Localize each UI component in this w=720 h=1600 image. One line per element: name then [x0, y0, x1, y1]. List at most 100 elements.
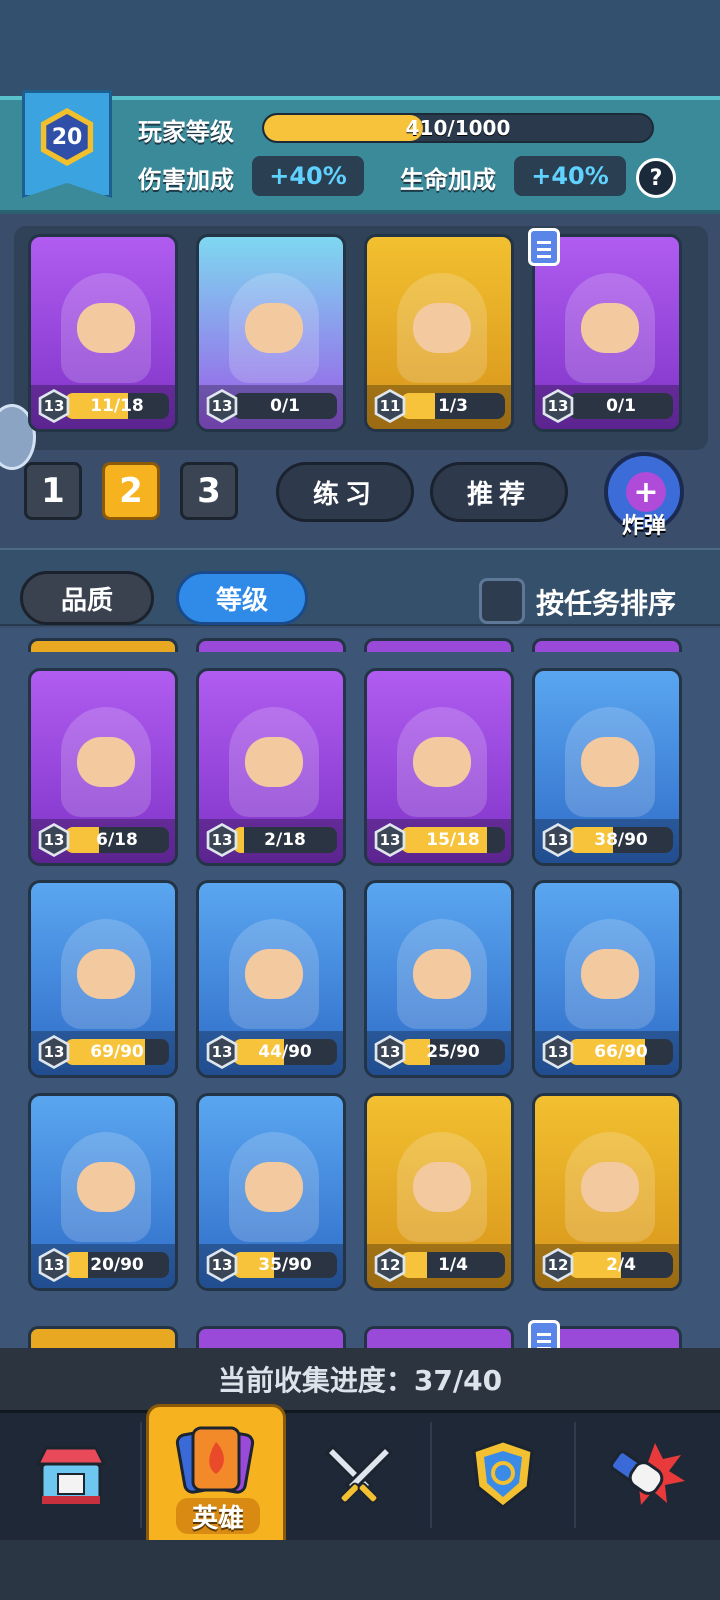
card-level-value: 13: [209, 826, 235, 854]
nav-heroes-label: 英雄: [176, 1498, 260, 1534]
tiger-pirate-hero-card[interactable]: 6/18 13: [28, 668, 178, 866]
nav-battle[interactable]: [294, 1414, 424, 1534]
deck-tab-2[interactable]: 2: [102, 462, 160, 520]
card-progress-bar: 35/90: [233, 1252, 337, 1278]
old-scholar-hero-card[interactable]: 25/90 13: [364, 880, 514, 1078]
card-progress-text: 1/4: [438, 1255, 468, 1275]
xp-progress-bar: 410/1000: [262, 113, 654, 143]
old-scholar-hero-portrait: [397, 919, 487, 1029]
card-progress-text: 38/90: [594, 830, 648, 850]
card-level-value: 13: [209, 392, 235, 420]
card-progress-bar: 15/18: [401, 827, 505, 853]
card-progress-bar: 44/90: [233, 1039, 337, 1065]
old-wizard-hero-portrait: [565, 1132, 655, 1242]
card-level-value: 13: [545, 1038, 571, 1066]
nav-divider: [140, 1422, 142, 1528]
card-level-value: 12: [377, 1251, 403, 1279]
health-bonus-value: +40%: [514, 156, 626, 196]
card-progress-text: 44/90: [258, 1042, 312, 1062]
help-button[interactable]: ?: [636, 158, 676, 198]
chicken-hero-card[interactable]: 1/3 11: [364, 234, 514, 432]
hero-face: [581, 303, 639, 353]
xp-progress-text: 410/1000: [405, 116, 511, 140]
partial-card: [532, 638, 682, 652]
tiger-pirate-hero-portrait: [61, 707, 151, 817]
nav-divider: [430, 1422, 432, 1528]
pirate-brute-hero-card[interactable]: 44/90 13: [196, 880, 346, 1078]
partial-card: [364, 638, 514, 652]
bomb-label: 炸弹: [621, 514, 666, 539]
dryad-hero-portrait: [229, 707, 319, 817]
nav-divider: [574, 1422, 576, 1528]
system-bottom-strip: [0, 1540, 720, 1600]
sort-quality-button[interactable]: 品质: [20, 571, 154, 625]
card-progress-text: 20/90: [90, 1255, 144, 1275]
card-progress-text: 6/18: [96, 830, 138, 850]
hero-face: [413, 303, 471, 353]
card-progress-text: 2/4: [606, 1255, 636, 1275]
bat-hero-card[interactable]: 1/4 12: [364, 1093, 514, 1291]
hero-face: [581, 949, 639, 999]
panda-hero-card[interactable]: 0/1 13: [196, 234, 346, 432]
caveman-hero-card[interactable]: 35/90 13: [196, 1093, 346, 1291]
card-progress-text: 0/1: [606, 396, 636, 416]
card-progress-bar: 25/90: [401, 1039, 505, 1065]
chicken-hero-portrait: [397, 273, 487, 383]
task-note-icon: [528, 228, 560, 266]
practice-button[interactable]: 练习: [276, 462, 414, 522]
partial-card: [196, 1326, 346, 1350]
viking-hero-card[interactable]: 38/90 13: [532, 668, 682, 866]
collection-progress-label: 当前收集进度：37/40: [0, 1348, 720, 1410]
card-progress-text: 69/90: [90, 1042, 144, 1062]
card-progress-bar: 69/90: [65, 1039, 169, 1065]
card-progress-text: 35/90: [258, 1255, 312, 1275]
blonde-fighter-hero-card[interactable]: 20/90 13: [28, 1093, 178, 1291]
card-level-value: 13: [377, 1038, 403, 1066]
blonde-fighter-hero-portrait: [61, 1132, 151, 1242]
card-progress-bar: 6/18: [65, 827, 169, 853]
hero-cards-icon: [175, 1426, 255, 1494]
card-progress-text: 1/3: [438, 396, 468, 416]
recommend-button[interactable]: 推荐: [430, 462, 568, 522]
deck-tab-3[interactable]: 3: [180, 462, 238, 520]
nav-shop[interactable]: [6, 1414, 136, 1534]
card-progress-text: 15/18: [426, 830, 480, 850]
owl-trio-hero-card[interactable]: 69/90 13: [28, 880, 178, 1078]
card-level-value: 12: [545, 1251, 571, 1279]
card-level-value: 13: [41, 1251, 67, 1279]
sort-by-task-label: 按任务排序: [536, 587, 677, 620]
ice-queen-hero-portrait: [397, 707, 487, 817]
nav-clan[interactable]: [438, 1414, 568, 1534]
panda-hero-portrait: [229, 273, 319, 383]
dryad-hero-card[interactable]: 2/18 13: [196, 668, 346, 866]
card-progress-text: 11/18: [90, 396, 144, 416]
hero-face: [245, 737, 303, 787]
card-level-value: 13: [377, 826, 403, 854]
sort-by-task-checkbox[interactable]: [479, 578, 525, 624]
old-wizard-hero-card[interactable]: 2/4 12: [532, 1093, 682, 1291]
card-level-value: 13: [209, 1038, 235, 1066]
orc-hero-card[interactable]: 11/18 13: [28, 234, 178, 432]
hero-face: [581, 1162, 639, 1212]
caveman-hero-portrait: [229, 1132, 319, 1242]
nav-events[interactable]: [582, 1414, 712, 1534]
spartan-hero-portrait: [565, 919, 655, 1029]
hero-face: [413, 737, 471, 787]
card-progress-bar: 1/3: [401, 393, 505, 419]
hero-face: [413, 1162, 471, 1212]
pirate-brute-hero-portrait: [229, 919, 319, 1029]
shop-icon: [36, 1446, 106, 1504]
punch-icon: [610, 1443, 685, 1505]
damage-bonus-label: 伤害加成: [138, 166, 234, 194]
deck-tab-1[interactable]: 1: [24, 462, 82, 520]
hero-face: [77, 737, 135, 787]
spartan-hero-card[interactable]: 66/90 13: [532, 880, 682, 1078]
card-progress-bar: 1/4: [401, 1252, 505, 1278]
partial-card: [196, 638, 346, 652]
partial-card: [28, 1326, 178, 1350]
hero-face: [77, 1162, 135, 1212]
sort-level-button[interactable]: 等级: [176, 571, 308, 625]
card-progress-bar: 2/18: [233, 827, 337, 853]
ice-queen-hero-card[interactable]: 15/18 13: [364, 668, 514, 866]
bomb-plus-icon: +: [626, 472, 666, 512]
